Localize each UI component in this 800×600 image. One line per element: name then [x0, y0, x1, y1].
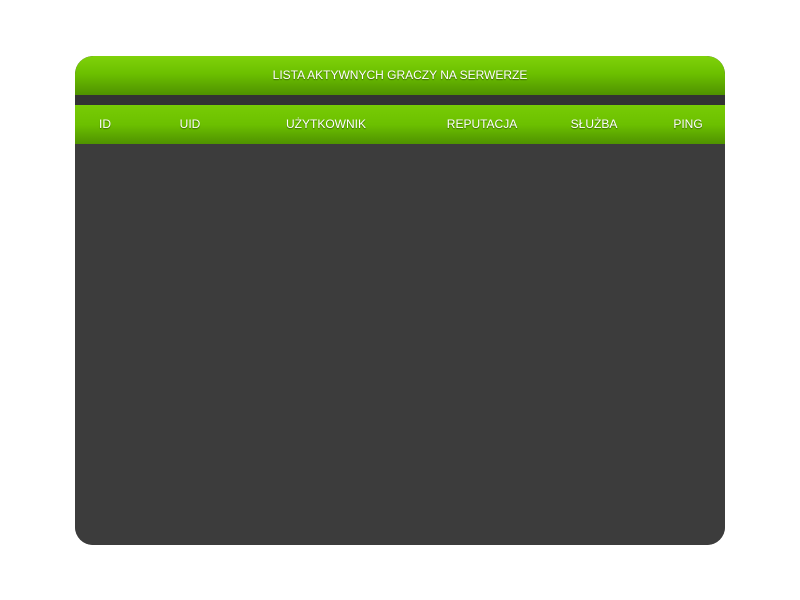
table-body — [75, 144, 725, 545]
column-header-service[interactable]: SŁUŻBA — [571, 105, 618, 144]
column-header-id[interactable]: ID — [99, 105, 111, 144]
panel-title: LISTA AKTYWNYCH GRACZY NA SERWERZE — [75, 56, 725, 95]
column-header-ping[interactable]: PING — [673, 105, 702, 144]
title-divider — [75, 95, 725, 105]
column-header-reputation[interactable]: REPUTACJA — [447, 105, 517, 144]
player-list-panel: LISTA AKTYWNYCH GRACZY NA SERWERZE ID UI… — [75, 56, 725, 545]
table-header: ID UID UŻYTKOWNIK REPUTACJA SŁUŻBA PING — [75, 105, 725, 144]
column-header-uid[interactable]: UID — [180, 105, 201, 144]
column-header-user[interactable]: UŻYTKOWNIK — [286, 105, 366, 144]
